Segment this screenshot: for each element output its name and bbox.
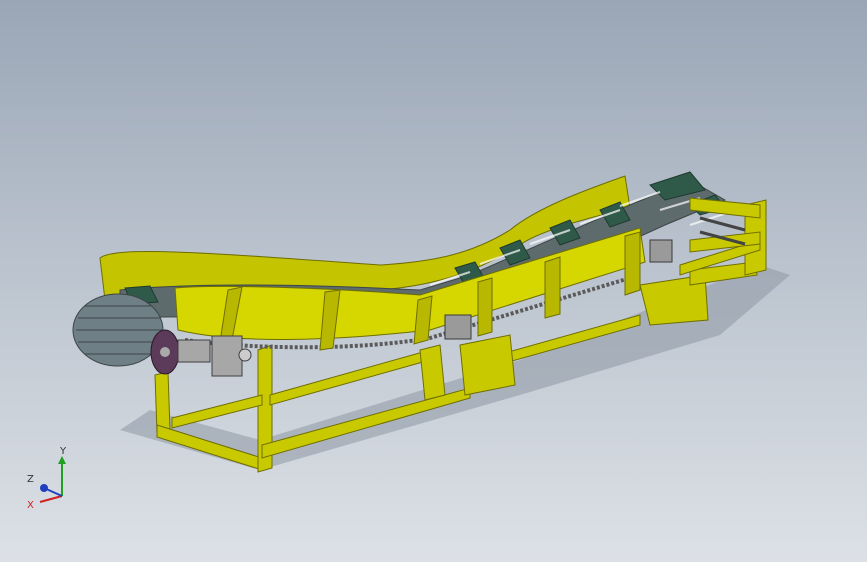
x-axis-label: X (27, 500, 34, 511)
drive-unit (177, 335, 252, 377)
conveyor-3d-model[interactable] (0, 0, 867, 562)
y-axis-label: Y (59, 446, 67, 457)
x-axis-line (39, 495, 63, 503)
view-orientation-triad[interactable]: Y Z X (24, 444, 80, 514)
y-axis-arrow (58, 456, 66, 464)
cad-viewport[interactable]: Y Z X (0, 0, 867, 562)
z-axis-ball (40, 484, 48, 492)
z-axis-label: Z (27, 474, 34, 485)
